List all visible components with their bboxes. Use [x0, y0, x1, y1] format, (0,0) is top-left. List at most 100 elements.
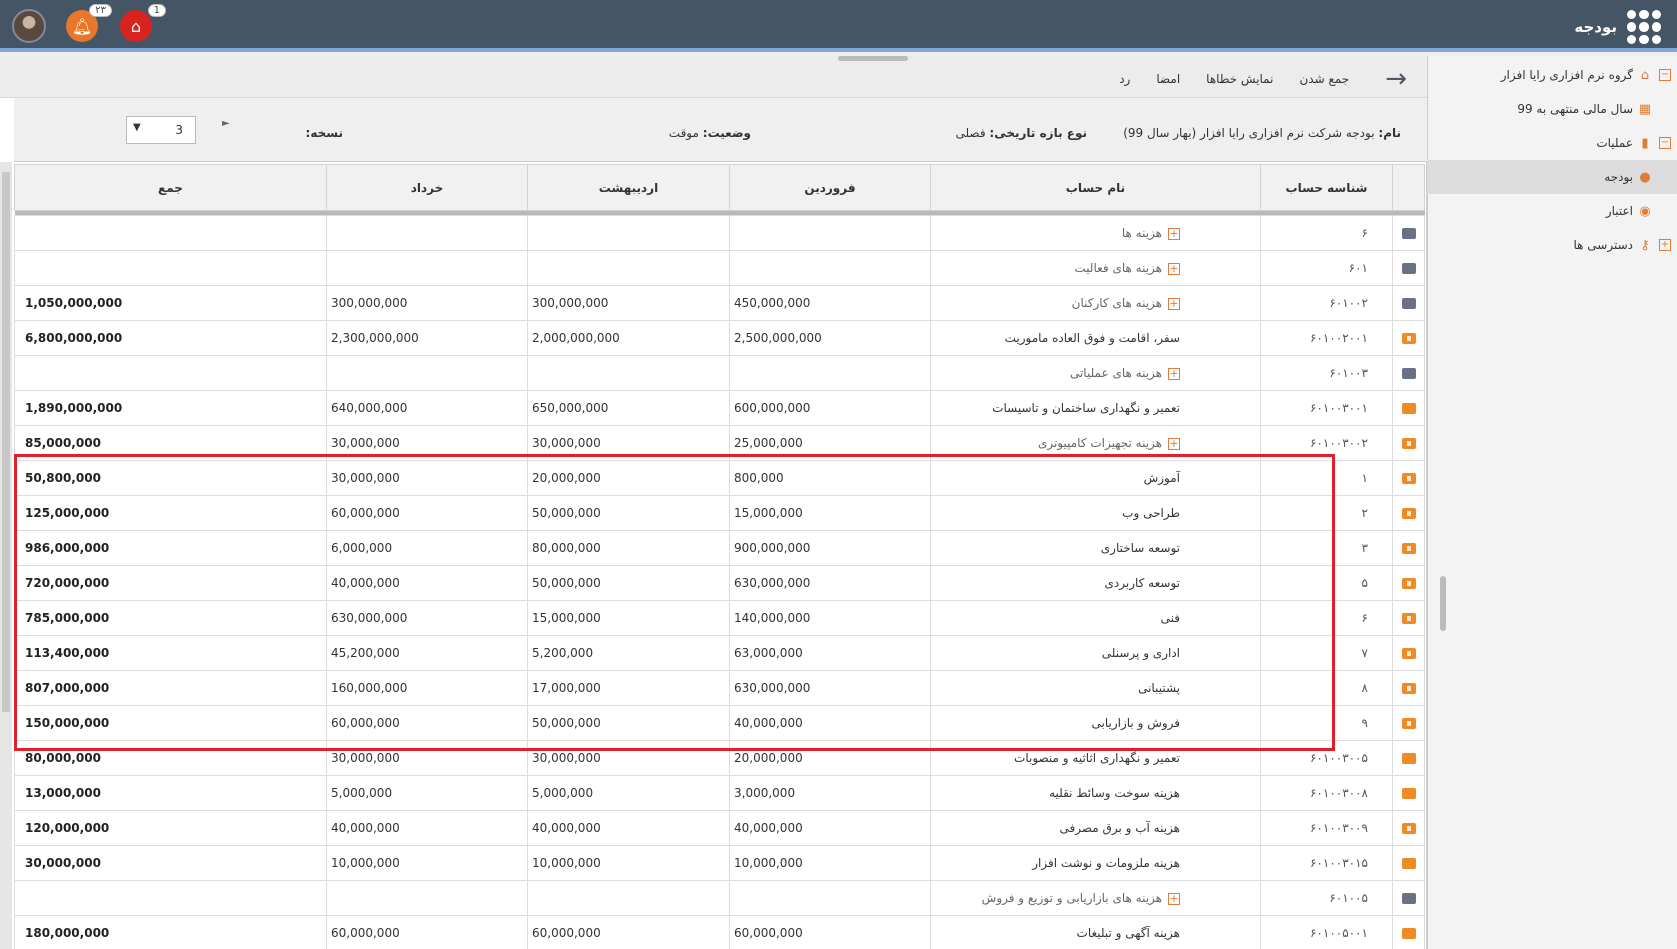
account-name-cell[interactable]: فنی [930, 600, 1261, 636]
expand-icon[interactable]: + [1168, 437, 1180, 450]
expand-icon[interactable]: + [1168, 892, 1180, 905]
khordad-cell[interactable]: 640,000,000 [326, 390, 528, 426]
apps-grid-icon[interactable] [1627, 10, 1661, 44]
collapse-icon[interactable]: − [1659, 137, 1671, 149]
farvardin-cell[interactable]: 40,000,000 [729, 705, 931, 741]
ordibehesht-cell[interactable]: 30,000,000 [527, 425, 730, 461]
khordad-cell[interactable]: 60,000,000 [326, 495, 528, 531]
khordad-cell[interactable]: 10,000,000 [326, 845, 528, 881]
farvardin-cell[interactable] [729, 215, 931, 251]
account-name-cell[interactable]: + هزینه های بازاریابی و توزیع و فروش [930, 880, 1261, 916]
table-row[interactable]: ۶۰۱ + هزینه های فعالیت [14, 250, 1425, 286]
reject-button[interactable]: رد [1119, 72, 1130, 86]
tree-item-operations[interactable]: − ▮ عملیات [1427, 126, 1677, 160]
tree-item-credit[interactable]: ◉ اعتبار [1427, 194, 1677, 228]
header-account-id[interactable]: شناسه حساب [1260, 164, 1393, 211]
account-name-cell[interactable]: توسعه کاربردی [930, 565, 1261, 601]
collapse-icon[interactable]: − [1659, 69, 1671, 81]
farvardin-cell[interactable]: 630,000,000 [729, 670, 931, 706]
ordibehesht-cell[interactable]: 5,200,000 [527, 635, 730, 671]
header-total[interactable]: جمع [14, 164, 327, 211]
account-name-cell[interactable]: + هزینه های فعالیت [930, 250, 1261, 286]
expand-icon[interactable]: + [1168, 297, 1180, 310]
khordad-cell[interactable]: 160,000,000 [326, 670, 528, 706]
show-errors-button[interactable]: نمایش خطاها [1206, 72, 1273, 86]
ordibehesht-cell[interactable]: 17,000,000 [527, 670, 730, 706]
expand-icon[interactable]: + [1168, 367, 1180, 380]
farvardin-cell[interactable]: 630,000,000 [729, 565, 931, 601]
ordibehesht-cell[interactable]: 80,000,000 [527, 530, 730, 566]
ordibehesht-cell[interactable] [527, 215, 730, 251]
account-name-cell[interactable]: آموزش [930, 460, 1261, 496]
header-khordad[interactable]: خرداد [326, 164, 528, 211]
khordad-cell[interactable]: 30,000,000 [326, 460, 528, 496]
tree-item-access[interactable]: + ⚷ دسترسی ها [1427, 228, 1677, 262]
table-row[interactable]: ۶۰۱۰۰۵۰۰۱ هزینه آگهی و تبلیغات 60,000,000 6… [14, 915, 1425, 949]
account-name-cell[interactable]: + هزینه های عملیاتی [930, 355, 1261, 391]
alerts-button[interactable]: ⌂ 1 [120, 4, 166, 42]
resize-handle[interactable] [838, 56, 908, 61]
caret-right-icon[interactable]: ► [222, 118, 230, 129]
account-name-cell[interactable]: هزینه سوخت وسائط نقلیه [930, 775, 1261, 811]
ordibehesht-cell[interactable] [527, 250, 730, 286]
table-row[interactable]: ۶۰۱۰۰۳۰۰۲ + هزینه تجهیزات کامپیوتری 25,000,… [14, 425, 1425, 461]
table-row[interactable]: ۸ پشتیبانی 630,000,000 17,000,000 160,000,00… [14, 670, 1425, 706]
khordad-cell[interactable]: 30,000,000 [326, 740, 528, 776]
farvardin-cell[interactable]: 40,000,000 [729, 810, 931, 846]
khordad-cell[interactable] [326, 355, 528, 391]
farvardin-cell[interactable]: 15,000,000 [729, 495, 931, 531]
khordad-cell[interactable] [326, 250, 528, 286]
farvardin-cell[interactable]: 63,000,000 [729, 635, 931, 671]
ordibehesht-cell[interactable]: 650,000,000 [527, 390, 730, 426]
account-name-cell[interactable]: طراحی وب [930, 495, 1261, 531]
inner-scroll-thumb[interactable] [1440, 576, 1446, 631]
ordibehesht-cell[interactable] [527, 880, 730, 916]
account-name-cell[interactable]: تعمیر و نگهداری ساختمان و تاسیسات [930, 390, 1261, 426]
header-ordibehesht[interactable]: اردیبهشت [527, 164, 730, 211]
khordad-cell[interactable]: 6,000,000 [326, 530, 528, 566]
farvardin-cell[interactable]: 20,000,000 [729, 740, 931, 776]
copy-select[interactable]: 3 ▼ [126, 116, 196, 144]
farvardin-cell[interactable]: 900,000,000 [729, 530, 931, 566]
table-row[interactable]: ۶۰۱۰۰۲۰۰۱ سفر، اقامت و فوق العاده ماموریت… [14, 320, 1425, 356]
farvardin-cell[interactable]: 600,000,000 [729, 390, 931, 426]
ordibehesht-cell[interactable] [527, 355, 730, 391]
ordibehesht-cell[interactable]: 50,000,000 [527, 495, 730, 531]
ordibehesht-cell[interactable]: 50,000,000 [527, 565, 730, 601]
sign-button[interactable]: امضا [1156, 72, 1180, 86]
ordibehesht-cell[interactable]: 15,000,000 [527, 600, 730, 636]
account-name-cell[interactable]: تعمیر و نگهداری اثاثیه و منصوبات [930, 740, 1261, 776]
account-name-cell[interactable]: هزینه ملزومات و نوشت افزار [930, 845, 1261, 881]
table-row[interactable]: ۶۰۱۰۰۳ + هزینه های عملیاتی [14, 355, 1425, 391]
farvardin-cell[interactable]: 3,000,000 [729, 775, 931, 811]
account-name-cell[interactable]: فروش و بازاریابی [930, 705, 1261, 741]
farvardin-cell[interactable]: 140,000,000 [729, 600, 931, 636]
collapse-button[interactable]: جمع شدن [1299, 72, 1349, 86]
ordibehesht-cell[interactable]: 40,000,000 [527, 810, 730, 846]
khordad-cell[interactable] [326, 215, 528, 251]
farvardin-cell[interactable]: 10,000,000 [729, 845, 931, 881]
account-name-cell[interactable]: هزینه آب و برق مصرفی [930, 810, 1261, 846]
farvardin-cell[interactable]: 25,000,000 [729, 425, 931, 461]
table-row[interactable]: ۶ + هزینه ها [14, 215, 1425, 251]
table-row[interactable]: ۳ توسعه ساختاری 900,000,000 80,000,000 6,000… [14, 530, 1425, 566]
table-row[interactable]: ۵ توسعه کاربردی 630,000,000 50,000,000 40,00… [14, 565, 1425, 601]
tree-item-budget[interactable]: ● بودجه [1427, 160, 1677, 194]
account-name-cell[interactable]: توسعه ساختاری [930, 530, 1261, 566]
table-row[interactable]: ۶۰۱۰۰۵ + هزینه های بازاریابی و توزیع و فرو… [14, 880, 1425, 916]
account-name-cell[interactable]: هزینه آگهی و تبلیغات [930, 915, 1261, 949]
khordad-cell[interactable]: 40,000,000 [326, 810, 528, 846]
header-farvardin[interactable]: فروردین [729, 164, 931, 211]
notifications-button[interactable]: 🔔︎ ۲۳ [66, 4, 112, 42]
table-row[interactable]: ۷ اداری و پرسنلی 63,000,000 5,200,000 45,200… [14, 635, 1425, 671]
table-row[interactable]: ۶۰۱۰۰۳۰۱۵ هزینه ملزومات و نوشت افزار 10,00… [14, 845, 1425, 881]
table-row[interactable]: ۶۰۱۰۰۲ +هزینه های کارکنان 450,000,000 300,0… [14, 285, 1425, 321]
khordad-cell[interactable]: 45,200,000 [326, 635, 528, 671]
khordad-cell[interactable]: 60,000,000 [326, 915, 528, 949]
account-name-cell[interactable]: + هزینه تجهیزات کامپیوتری [930, 425, 1261, 461]
farvardin-cell[interactable] [729, 250, 931, 286]
account-name-cell[interactable]: + هزینه ها [930, 215, 1261, 251]
table-row[interactable]: ۹ فروش و بازاریابی 40,000,000 50,000,000 60,… [14, 705, 1425, 741]
ordibehesht-cell[interactable]: 2,000,000,000 [527, 320, 730, 356]
table-row[interactable]: ۶۰۱۰۰۳۰۰۸ هزینه سوخت وسائط نقلیه 3,000,000… [14, 775, 1425, 811]
